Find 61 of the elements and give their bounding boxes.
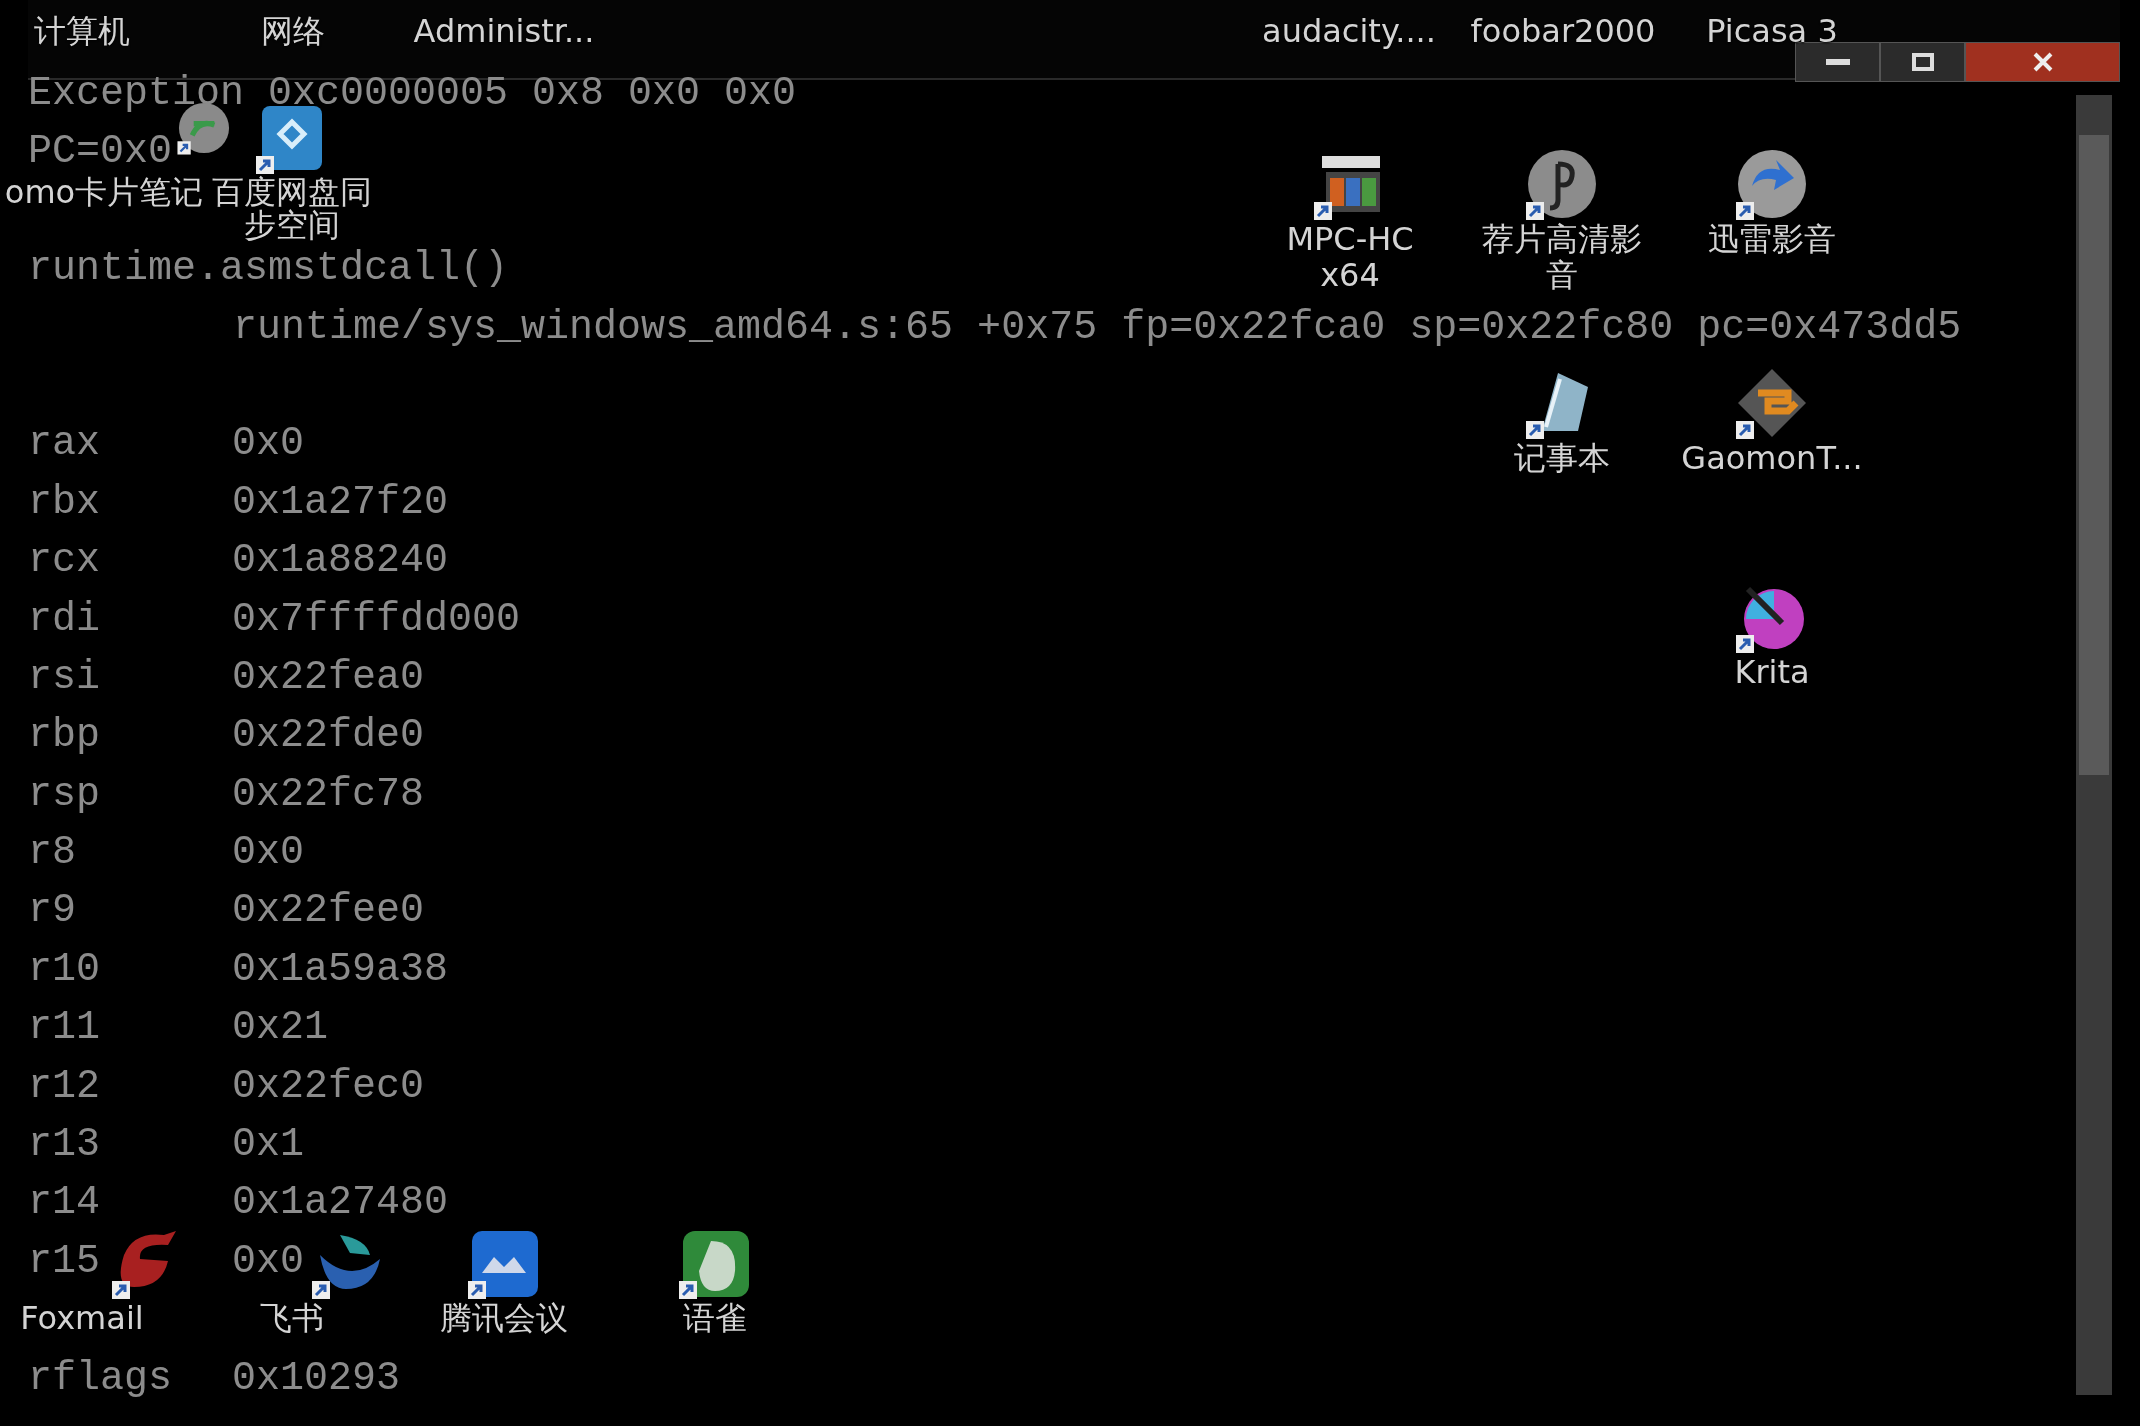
register-name: r12	[28, 1062, 100, 1111]
register-value: 0x21	[232, 1004, 328, 1053]
register-value: 0x10293	[232, 1354, 401, 1403]
icon-label[interactable]: MPC-HC x64	[1258, 222, 1442, 294]
icon-label[interactable]: 网络	[261, 14, 325, 50]
scroll-thumb[interactable]	[2079, 135, 2109, 775]
register-name: rdi	[28, 595, 100, 644]
minimize-button[interactable]	[1795, 42, 1880, 82]
maximize-button[interactable]	[1880, 42, 1965, 82]
icon-label[interactable]: 记事本	[1470, 441, 1654, 477]
minimize-icon	[1825, 59, 1850, 65]
register-name: r10	[28, 945, 100, 994]
register-name: rbx	[28, 478, 100, 527]
icon-label[interactable]: 荐片高清影音	[1470, 222, 1654, 294]
register-value: 0x22fec0	[232, 1062, 425, 1111]
icon-label[interactable]: foobar2000	[1470, 14, 1656, 50]
register-name: r11	[28, 1004, 100, 1053]
register-name: rsp	[28, 770, 100, 819]
console-line: runtime.asmstdcall()	[28, 245, 509, 294]
register-value: 0x0	[232, 1237, 304, 1286]
icon-label[interactable]: 计算机	[34, 14, 130, 50]
icon-label[interactable]: 语雀	[623, 1301, 807, 1337]
register-value: 0x22fee0	[232, 887, 425, 936]
register-name: rax	[28, 420, 100, 469]
register-name: r15	[28, 1237, 100, 1286]
register-value: 0x22fde0	[232, 712, 425, 761]
close-button[interactable]	[1965, 42, 2120, 82]
icon-label[interactable]: 飞书	[200, 1301, 384, 1337]
register-value: 0x1a27480	[232, 1179, 449, 1228]
icon-label[interactable]: GaomonT...	[1680, 441, 1864, 477]
register-value: 0x0	[232, 829, 304, 878]
maximize-icon	[1911, 53, 1934, 71]
register-value: 0x1a88240	[232, 537, 449, 586]
scrollbar[interactable]	[2076, 95, 2112, 1395]
register-name: rflags	[28, 1354, 173, 1403]
icon-label[interactable]: Picasa 3	[1706, 14, 1838, 50]
icon-label[interactable]: audacity....	[1262, 14, 1436, 50]
register-name: r14	[28, 1179, 100, 1228]
icon-label[interactable]: Foxmail	[0, 1301, 174, 1337]
console-line: Exception 0xc0000005 0x8 0x0 0x0	[28, 70, 797, 118]
icon-label[interactable]: 腾讯会议	[412, 1301, 596, 1337]
register-name: rsi	[28, 653, 100, 702]
register-value: 0x7ffffdd000	[232, 595, 521, 644]
register-name: r8	[28, 829, 76, 878]
console-line: runtime/sys_windows_amd64.s:65 +0x75 fp=0x22fca0 sp=0x22fc80 pc=0x473dd5	[233, 303, 1962, 352]
register-name: rbp	[28, 712, 100, 761]
icon-label[interactable]: 迅雷影音	[1680, 222, 1864, 258]
register-name: r13	[28, 1121, 100, 1170]
console-line: PC=0x0	[28, 128, 173, 176]
register-name: r9	[28, 887, 76, 936]
icon-label[interactable]: Krita	[1680, 655, 1864, 691]
icon-label[interactable]: omo卡片笔记	[1, 176, 207, 210]
register-value: 0x1a59a38	[232, 945, 449, 994]
register-name: rcx	[28, 537, 100, 586]
register-value: 0x0	[232, 420, 304, 469]
register-value: 0x22fc78	[232, 770, 425, 819]
icon-label[interactable]: Administr...	[413, 14, 595, 50]
register-value: 0x22fea0	[232, 653, 425, 702]
register-value: 0x1	[232, 1121, 304, 1170]
close-icon	[2032, 52, 2053, 72]
register-value: 0x1a27f20	[232, 478, 449, 527]
